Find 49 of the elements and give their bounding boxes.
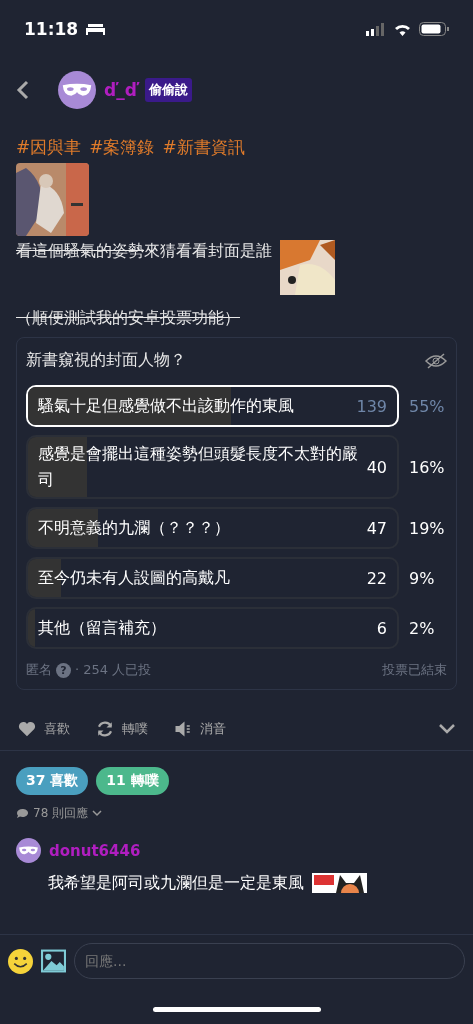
heart-icon <box>18 721 36 737</box>
anonymous-label: 匿名 <box>26 661 52 679</box>
back-icon[interactable] <box>16 80 30 100</box>
refresh-icon <box>96 720 114 738</box>
reply-field[interactable]: 回應... <box>74 943 465 979</box>
vote-count: 40 <box>366 457 387 477</box>
vote-percent: 55% <box>409 396 445 416</box>
vote-count: 6 <box>376 618 387 638</box>
speech-bubble-icon <box>16 808 29 819</box>
eye-off-icon[interactable] <box>425 352 447 369</box>
poll-option[interactable]: 不明意義的九瀾（？？？） 47 <box>26 507 399 549</box>
smiley-icon[interactable] <box>8 948 33 974</box>
poll-question: 新書窺視的封面人物？ <box>26 350 186 371</box>
comment-text: 我希望是阿司或九瀾但是一定是東風 <box>48 873 304 894</box>
bed-icon <box>86 23 106 35</box>
chevron-down-icon[interactable] <box>439 724 455 734</box>
chevron-down-icon <box>92 810 103 817</box>
mute-button[interactable]: 消音 <box>174 720 226 738</box>
help-icon[interactable]: ? <box>56 662 71 678</box>
vote-total: · 254 人已投 <box>75 661 152 679</box>
vote-count: 47 <box>366 518 387 538</box>
hashtag-link[interactable]: #案簿錄 <box>89 136 155 159</box>
battery-icon <box>419 22 449 36</box>
post-text: 看這個騷氣的姿勢來猜看看封面是誰 <box>16 240 272 262</box>
vote-percent: 16% <box>409 457 445 477</box>
vote-percent: 19% <box>409 518 445 538</box>
poll-option[interactable]: 其他（留言補充） 6 <box>26 607 399 649</box>
avatar <box>58 71 96 109</box>
vote-count: 139 <box>356 396 387 416</box>
post-text: （順便測試我的安卓投票功能） <box>16 307 241 329</box>
like-button[interactable]: 喜歡 <box>18 720 70 738</box>
count-pill[interactable]: 37 喜歡 <box>16 767 89 795</box>
anonymous-badge: 偷偷說 <box>144 78 192 102</box>
poll-option[interactable]: 至今仍未有人設圖的高戴凡 22 <box>26 557 399 599</box>
hashtag-link[interactable]: #新書資訊 <box>162 136 245 159</box>
poll-option[interactable]: 騷氣十足但感覺做不出該動作的東風 139 <box>26 385 399 427</box>
vote-count: 22 <box>366 568 387 588</box>
vote-percent: 9% <box>409 568 435 588</box>
avatar <box>16 838 41 863</box>
image-icon[interactable] <box>41 949 66 973</box>
status-time: 11:18 <box>24 19 79 39</box>
signal-icon <box>366 22 386 36</box>
responses-toggle[interactable]: 78 則回應 <box>16 805 457 822</box>
poll-status: 投票已結束 <box>382 661 447 679</box>
replurk-button[interactable]: 轉噗 <box>96 720 148 738</box>
speaker-icon <box>174 720 192 738</box>
vote-percent: 2% <box>409 618 435 638</box>
wifi-icon <box>394 22 411 36</box>
hashtag-link[interactable]: #因與聿 <box>16 136 82 159</box>
